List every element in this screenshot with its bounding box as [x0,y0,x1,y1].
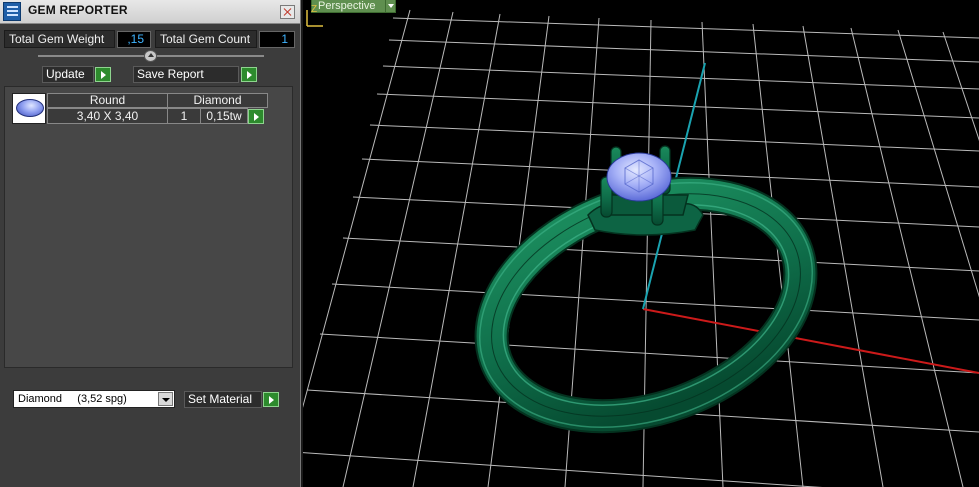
round-gem-icon[interactable] [12,93,46,124]
axis-gizmo-icon: Z [306,4,323,27]
gem-row-play-arrow-icon[interactable] [248,109,264,124]
view-menu-dropdown-arrow-icon[interactable] [385,0,396,13]
set-material-button[interactable]: Set Material [184,391,262,408]
panel-titlebar[interactable]: GEM REPORTER [0,0,302,24]
material-select-value: Diamond (3,52 spg) [18,393,127,405]
application-window: GEM REPORTER Total Gem Weight ,15 Total … [0,0,979,487]
save-report-play-arrow-icon[interactable] [241,67,257,82]
total-gem-count-value: 1 [259,31,295,48]
gem-count-cell: 1 [167,108,201,124]
update-play-arrow-icon[interactable] [95,67,111,82]
close-icon[interactable] [280,5,295,19]
total-gem-weight-label: Total Gem Weight [4,30,115,48]
gem-list: Round Diamond 3,40 X 3,40 1 0,15tw [4,86,293,368]
perspective-viewport[interactable]: Perspective Z [303,0,979,487]
total-gem-weight-value: ,15 [117,31,151,48]
gem-size-cell: 3,40 X 3,40 [47,108,168,124]
gem-reporter-app-icon [3,2,21,21]
save-report-button[interactable]: Save Report [133,66,239,83]
set-material-play-arrow-icon[interactable] [263,392,279,407]
update-button[interactable]: Update [42,66,94,83]
dropdown-arrow-icon[interactable] [158,392,173,406]
viewport-scene [303,9,979,487]
material-select[interactable]: Diamond (3,52 spg) [13,390,175,408]
diamond-gem-model[interactable] [606,152,672,202]
total-gem-count-label: Total Gem Count [155,30,257,48]
slider-thumb-icon[interactable] [144,50,157,62]
axis-gizmo-label: Z [311,4,317,15]
gem-material-header: Diamond [167,93,268,108]
gem-weight-cell: 0,15tw [200,108,248,124]
gem-reporter-panel: GEM REPORTER Total Gem Weight ,15 Total … [0,0,303,487]
gem-shape-header: Round [47,93,168,108]
panel-title: GEM REPORTER [28,3,128,17]
